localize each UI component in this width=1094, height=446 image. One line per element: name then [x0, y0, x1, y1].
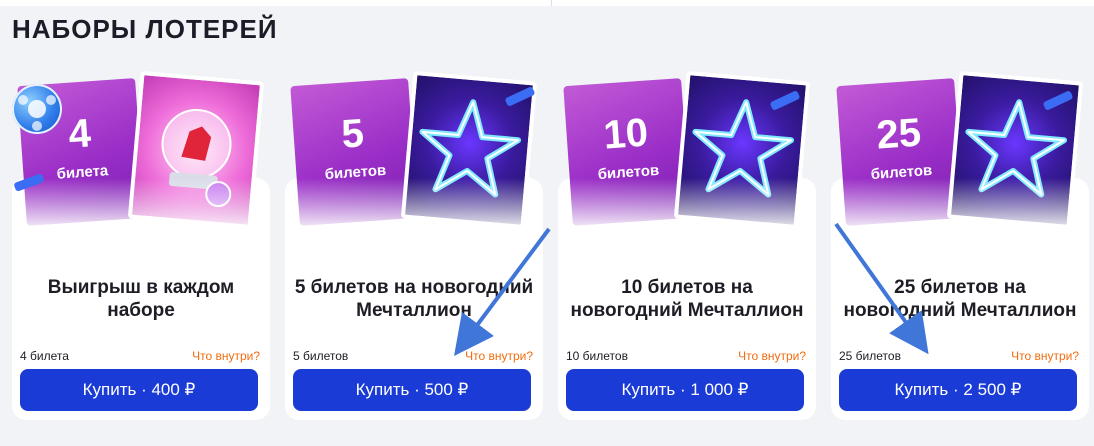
arrow-line — [834, 222, 929, 355]
arrow-line — [454, 227, 551, 357]
arrow-annotation — [454, 222, 929, 357]
